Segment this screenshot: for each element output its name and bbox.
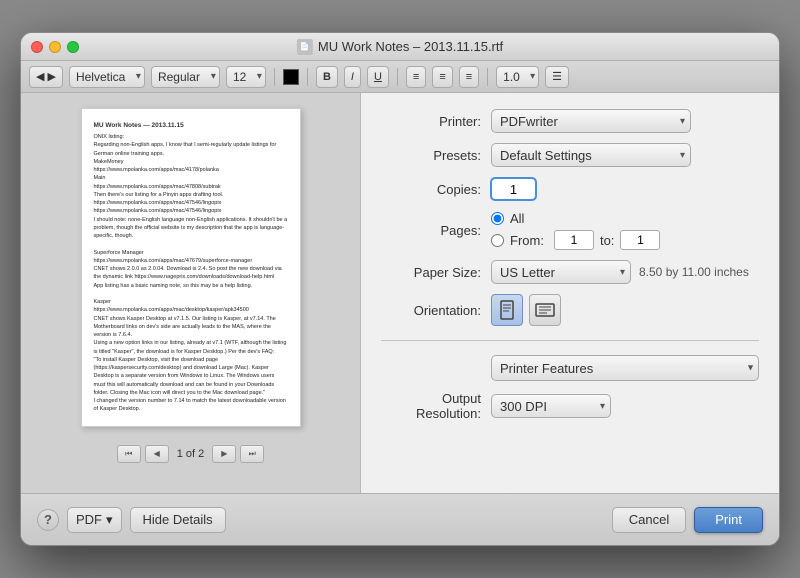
copies-row: Copies:	[381, 177, 759, 201]
orientation-row: Orientation:	[381, 294, 759, 326]
printer-features-row: Printer Features ▾	[381, 355, 759, 381]
pages-to-input[interactable]	[620, 230, 660, 250]
section-separator	[381, 340, 759, 341]
toolbar-divider-2	[307, 68, 308, 86]
main-content: MU Work Notes — 2013.11.15 ONIX listing:…	[21, 93, 779, 493]
hide-details-button[interactable]: Hide Details	[130, 507, 226, 533]
paper-size-controls: US Letter 8.50 by 11.00 inches	[491, 260, 749, 284]
print-dialog: 📄 MU Work Notes – 2013.11.15.rtf ◀ ▶ Hel…	[20, 32, 780, 546]
printer-select[interactable]: PDFwriter	[491, 109, 691, 133]
align-left-button[interactable]: ≡	[406, 66, 426, 88]
page-indicator: 1 of 2	[173, 448, 209, 460]
undo-redo-button[interactable]: ◀ ▶	[29, 66, 63, 88]
pages-all-label: All	[510, 211, 524, 226]
window-title: 📄 MU Work Notes – 2013.11.15.rtf	[297, 39, 503, 55]
preview-text-content: ONIX listing: Regarding non-English apps…	[94, 133, 288, 414]
style-select-wrapper: Regular	[151, 66, 220, 88]
paper-size-note: 8.50 by 11.00 inches	[639, 265, 749, 279]
paper-size-label: Paper Size:	[381, 265, 491, 280]
maximize-button[interactable]	[67, 41, 79, 53]
pages-from-label: From:	[510, 233, 544, 248]
size-select[interactable]: 12	[226, 66, 266, 88]
print-button[interactable]: Print	[694, 507, 763, 533]
toolbar: ◀ ▶ Helvetica Regular 12 B I	[21, 61, 779, 93]
output-resolution-select-wrapper: 300 DPI	[491, 394, 611, 418]
pdf-button[interactable]: PDF ▾	[67, 507, 122, 533]
last-page-button[interactable]: ⏭	[240, 445, 264, 463]
preview-navigation: ⏮ ◀ 1 of 2 ▶ ⏭	[117, 445, 265, 463]
pages-from-row: From: to:	[491, 230, 660, 250]
close-button[interactable]	[31, 41, 43, 53]
preview-doc-title: MU Work Notes — 2013.11.15	[94, 121, 288, 130]
spacing-select[interactable]: 1.0	[496, 66, 539, 88]
help-button[interactable]: ?	[37, 509, 59, 531]
traffic-lights	[31, 41, 79, 53]
copies-input[interactable]	[491, 178, 536, 200]
bottom-bar: ? PDF ▾ Hide Details Cancel Print	[21, 493, 779, 545]
pages-from-input[interactable]	[554, 230, 594, 250]
cancel-button[interactable]: Cancel	[612, 507, 686, 533]
font-select-wrapper: Helvetica	[69, 66, 145, 88]
document-icon: 📄	[297, 39, 313, 55]
settings-pane: Printer: PDFwriter Presets: Default Sett…	[361, 93, 779, 493]
presets-select-wrapper: Default Settings	[491, 143, 691, 167]
orientation-buttons	[491, 294, 561, 326]
portrait-icon	[499, 300, 515, 320]
output-resolution-row: Output Resolution: 300 DPI	[381, 391, 759, 421]
pages-all-radio[interactable]	[491, 212, 504, 225]
page-preview: MU Work Notes — 2013.11.15 ONIX listing:…	[81, 108, 301, 427]
align-right-button[interactable]: ≡	[459, 66, 479, 88]
copies-label: Copies:	[381, 182, 491, 197]
printer-row: Printer: PDFwriter	[381, 109, 759, 133]
prev-page-button[interactable]: ◀	[145, 445, 169, 463]
toolbar-divider-3	[397, 68, 398, 86]
title-bar: 📄 MU Work Notes – 2013.11.15.rtf	[21, 33, 779, 61]
pages-row: Pages: All From: to:	[381, 211, 759, 250]
presets-label: Presets:	[381, 148, 491, 163]
pages-label: Pages:	[381, 223, 491, 238]
presets-row: Presets: Default Settings	[381, 143, 759, 167]
paper-size-row: Paper Size: US Letter 8.50 by 11.00 inch…	[381, 260, 759, 284]
from-to-section: to:	[554, 230, 660, 250]
printer-select-wrapper: PDFwriter	[491, 109, 691, 133]
toolbar-divider-1	[274, 68, 275, 86]
pages-from-radio[interactable]	[491, 234, 504, 247]
pdf-arrow-icon: ▾	[106, 512, 113, 528]
align-center-button[interactable]: ≡	[432, 66, 452, 88]
first-page-button[interactable]: ⏮	[117, 445, 141, 463]
size-select-wrapper: 12	[226, 66, 266, 88]
minimize-button[interactable]	[49, 41, 61, 53]
portrait-button[interactable]	[491, 294, 523, 326]
printer-features-select-wrapper: Printer Features ▾	[491, 355, 759, 381]
bold-button[interactable]: B	[316, 66, 338, 88]
underline-button[interactable]: U	[367, 66, 389, 88]
spacing-select-wrapper: 1.0	[496, 66, 539, 88]
style-select[interactable]: Regular	[151, 66, 220, 88]
printer-label: Printer:	[381, 114, 491, 129]
pages-all-row: All	[491, 211, 660, 226]
landscape-button[interactable]	[529, 294, 561, 326]
presets-select[interactable]: Default Settings	[491, 143, 691, 167]
pages-to-label: to:	[600, 233, 614, 248]
paper-size-select-wrapper: US Letter	[491, 260, 631, 284]
printer-features-select[interactable]: Printer Features	[491, 355, 759, 381]
next-page-button[interactable]: ▶	[212, 445, 236, 463]
output-resolution-label: Output Resolution:	[381, 391, 491, 421]
toolbar-divider-4	[487, 68, 488, 86]
paper-size-select[interactable]: US Letter	[491, 260, 631, 284]
preview-pane: MU Work Notes — 2013.11.15 ONIX listing:…	[21, 93, 361, 493]
orientation-label: Orientation:	[381, 303, 491, 318]
list-button[interactable]: ☰	[545, 66, 569, 88]
italic-button[interactable]: I	[344, 66, 361, 88]
pages-section: All From: to:	[491, 211, 660, 250]
output-resolution-select[interactable]: 300 DPI	[491, 394, 611, 418]
landscape-icon	[535, 302, 555, 318]
font-select[interactable]: Helvetica	[69, 66, 145, 88]
color-swatch[interactable]	[283, 69, 299, 85]
